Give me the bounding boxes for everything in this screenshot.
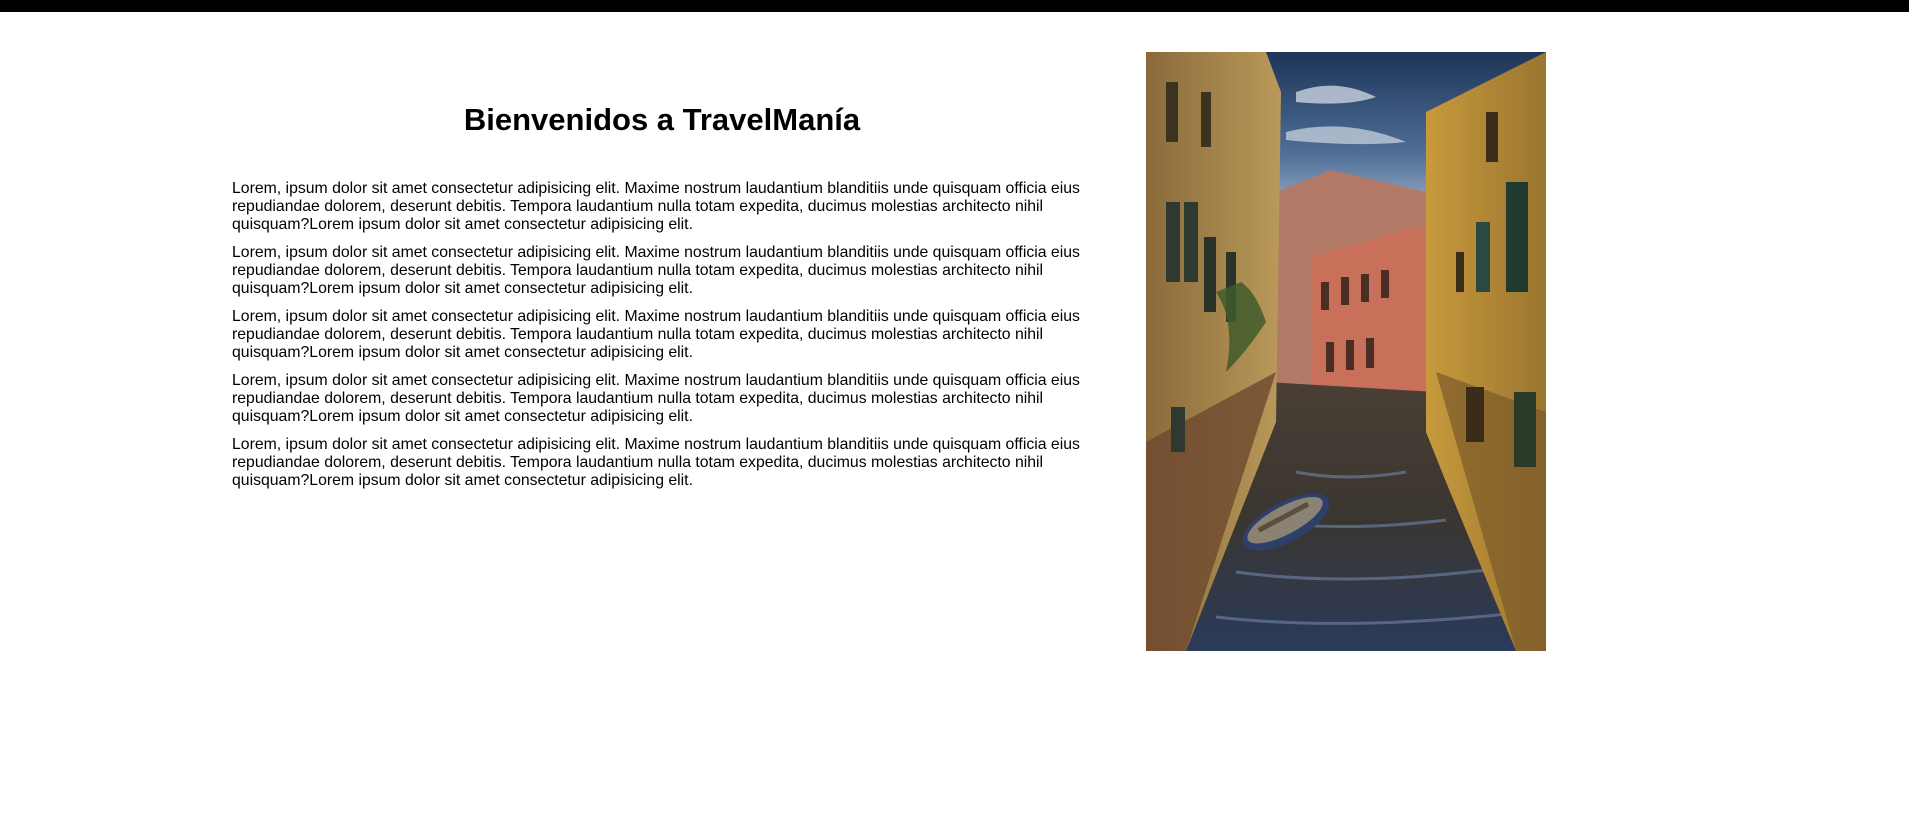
paragraph: Lorem, ipsum dolor sit amet consectetur … — [232, 244, 1080, 297]
top-bar — [0, 0, 1909, 12]
page-title: Bienvenidos a TravelManía — [463, 102, 861, 137]
paragraph: Lorem, ipsum dolor sit amet consectetur … — [232, 372, 1080, 425]
paragraph-list: Lorem, ipsum dolor sit amet consectetur … — [232, 180, 1092, 490]
paragraph: Lorem, ipsum dolor sit amet consectetur … — [232, 180, 1080, 233]
main-content: Bienvenidos a TravelManía Lorem, ipsum d… — [232, 100, 1092, 500]
venice-canal-photo — [1146, 52, 1546, 651]
paragraph: Lorem, ipsum dolor sit amet consectetur … — [232, 436, 1080, 489]
paragraph: Lorem, ipsum dolor sit amet consectetur … — [232, 308, 1080, 361]
